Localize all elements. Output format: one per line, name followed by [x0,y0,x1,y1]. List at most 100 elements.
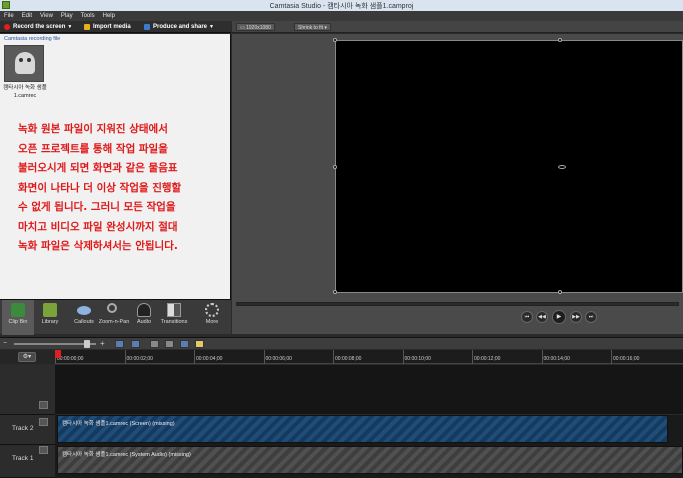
preview-toolbar: ▭ 1920x1080 Shrink to fit ▾ [232,21,683,33]
ruler-tick-label: 00:00:12;00 [474,356,501,362]
tool-tabs: Clip Bin Library Callouts Zoom-n-Pan Aud… [0,299,231,335]
track-name: Track 2 [12,425,34,432]
clip-bin-header: Camtasia recording file [4,36,61,42]
resize-handle[interactable] [558,38,562,42]
tab-zoom-n-pan[interactable]: Zoom-n-Pan [98,300,130,335]
undo-icon[interactable] [115,340,124,348]
clip-label: 캠타시아 녹화 샘플1.camrec (System Audio) (missi… [62,452,191,458]
produce-share-button[interactable]: Produce and share ▼ [142,22,214,32]
menu-play[interactable]: Play [57,11,77,21]
tab-label: Callouts [74,319,94,325]
rewind-icon[interactable]: ◀◀ [536,311,548,323]
empty-track[interactable] [55,365,683,415]
library-icon [43,303,57,317]
resize-handle[interactable] [558,290,562,294]
chevron-down-icon: ▼ [209,24,214,30]
track-toggle-icon[interactable] [39,446,48,454]
import-label: Import media [93,24,131,30]
tab-label: Zoom-n-Pan [98,319,130,325]
record-icon [4,24,10,30]
clip-bin-icon [11,303,25,317]
menu-file[interactable]: File [0,11,18,21]
window-title: Camtasia Studio - 캠타시아 녹화 샘플1.camproj [269,3,414,10]
skip-forward-icon[interactable]: ⏭ [585,311,597,323]
timeline-zoom-slider[interactable] [14,340,96,348]
skip-back-icon[interactable]: ⏮ [521,311,533,323]
resolution-dropdown[interactable]: ▭ 1920x1080 [236,23,275,31]
tab-callouts[interactable]: Callouts [68,300,100,335]
magnifier-icon [107,303,117,313]
play-icon[interactable]: ▶ [552,310,566,324]
paste-icon[interactable] [195,340,204,348]
gear-icon[interactable]: ⚙▾ [18,352,36,362]
clip-label: 캠타시아 녹화 샘플1.camrec (Screen) (missing) [62,421,175,427]
track-toggle-icon[interactable] [39,418,48,426]
tab-label: Transitions [160,319,188,325]
playhead[interactable] [55,350,61,358]
track-toggle-icon[interactable] [39,401,48,409]
transitions-icon [167,303,181,317]
record-label: Record the screen [13,24,66,30]
zoom-in-icon[interactable]: + [100,339,105,348]
title-bar: Camtasia Studio - 캠타시아 녹화 샘플1.camproj [0,0,683,11]
zoom-fit-dropdown[interactable]: Shrink to fit ▾ [294,23,331,31]
tab-library[interactable]: Library [34,300,66,335]
redo-icon[interactable] [131,340,140,348]
ruler-tick-label: 00:00:10;00 [404,356,431,362]
tab-label: Clip Bin [8,319,28,325]
cut-icon[interactable] [150,340,159,348]
resize-handle[interactable] [333,165,337,169]
fast-forward-icon[interactable]: ▶▶ [570,311,582,323]
annotation-note: 녹화 원본 파일이 지워진 상태에서 오픈 프로젝트를 통해 작업 파일을 불러… [18,123,182,252]
ruler-tick-label: 00:00:16;00 [613,356,640,362]
produce-icon [144,24,150,30]
tab-transitions[interactable]: Transitions [158,300,190,335]
produce-label: Produce and share [153,24,208,30]
tab-audio[interactable]: Audio [128,300,160,335]
clip-bin-panel: Camtasia recording file 캠타시아 녹화 샘플1.camr… [0,34,231,299]
ruler-tick-label: 00:00:02;00 [126,356,153,362]
missing-media-icon [15,52,35,74]
zoom-fit-value: Shrink to fit [298,25,324,31]
zoom-out-icon[interactable]: − [3,340,7,347]
menu-help[interactable]: Help [99,11,119,21]
main-toolbar: Record the screen ▼ Import media Produce … [0,21,231,33]
tab-label: Library [41,319,59,325]
folder-icon [84,24,90,30]
media-thumbnail-label: 캠타시아 녹화 샘플1.camrec [3,85,47,99]
copy-icon[interactable] [180,340,189,348]
audio-clip[interactable]: 캠타시아 녹화 샘플1.camrec (System Audio) (missi… [57,446,683,474]
preview-canvas[interactable] [333,38,683,294]
ruler-tick-label: 00:00:14;00 [543,356,570,362]
tab-more[interactable]: More [196,300,228,335]
resize-handle[interactable] [333,290,337,294]
track-1-header: Track 1 [0,445,55,478]
ruler-tick-label: 00:00:06;00 [265,356,292,362]
menu-edit[interactable]: Edit [18,11,36,21]
timeline-toolbar: − + [0,337,683,349]
menu-tools[interactable]: Tools [77,11,99,21]
track-2-header: Track 2 [0,415,55,445]
timeline-ruler[interactable]: 00:00:00;00 00:00:02;00 00:00:04;00 00:00:0… [55,350,683,364]
preview-area [232,34,683,299]
chevron-down-icon: ▼ [67,24,73,30]
tab-clip-bin[interactable]: Clip Bin [2,300,34,335]
ruler-tick-label: 00:00:04;00 [196,356,223,362]
record-screen-button[interactable]: Record the screen ▼ [2,22,72,32]
split-icon[interactable] [165,340,174,348]
resize-handle[interactable] [333,38,337,42]
playback-bar: ⏮ ◀◀ ▶ ▶▶ ⏭ [232,299,683,334]
timeline-tracks: Track 2 캠타시아 녹화 샘플1.camrec (Screen) (mis… [0,365,683,478]
ruler-tick-label: 00:00:08;00 [335,356,362,362]
screen-clip[interactable]: 캠타시아 녹화 샘플1.camrec (Screen) (missing) [57,415,668,443]
center-handle[interactable] [558,165,566,169]
tab-label: Audio [136,319,152,325]
import-media-button[interactable]: Import media [82,22,131,32]
zoom-slider-handle[interactable] [84,340,90,348]
more-icon [205,303,219,317]
menu-view[interactable]: View [36,11,57,21]
media-thumbnail[interactable] [4,45,44,82]
audio-icon [137,303,151,317]
callout-icon [77,306,91,315]
scrub-bar[interactable] [236,302,679,306]
